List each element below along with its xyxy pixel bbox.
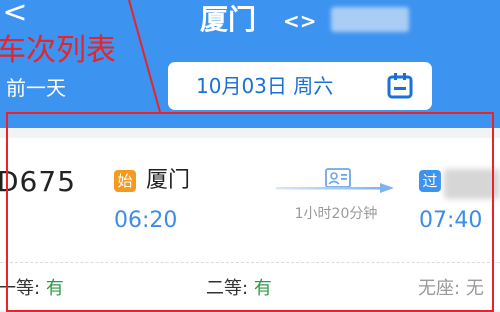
annotation-label: 车次列表 [0, 33, 116, 68]
